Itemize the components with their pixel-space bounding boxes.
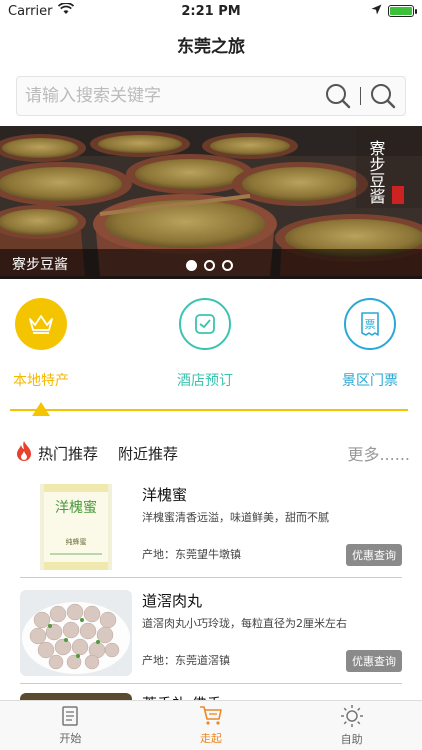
divider (20, 577, 402, 578)
search-icon[interactable] (361, 76, 405, 116)
list-item[interactable]: 洋槐蜜 纯蜂蜜 洋槐蜜 洋槐蜜清香远溢，味道鲜美，甜而不腻 产地：东莞望牛墩镇 … (20, 484, 402, 582)
tab-start[interactable]: 开始 (0, 701, 141, 750)
bottle-sub: 纯蜂蜜 (66, 537, 87, 546)
product-image (20, 590, 132, 676)
item-desc: 道滘肉丸小巧玲珑，每粒直径为2厘米左右 (142, 617, 347, 630)
tab-go[interactable]: 走起 (141, 701, 282, 750)
crown-icon (15, 298, 67, 350)
tab-self-service[interactable]: 自助 (281, 701, 422, 750)
carousel-dot[interactable] (186, 260, 197, 271)
discount-query-button[interactable]: 优惠查询 (346, 544, 402, 566)
item-origin: 产地：东莞望牛墩镇 (142, 548, 241, 561)
svg-text:票: 票 (365, 318, 376, 331)
carousel-dot[interactable] (204, 260, 215, 271)
bottle-label: 洋槐蜜 (55, 500, 97, 516)
search-input[interactable] (25, 86, 316, 106)
category-scenic-tickets[interactable]: 票 景区门票 (333, 298, 407, 390)
category-label: 酒店预订 (177, 373, 233, 389)
item-desc: 洋槐蜜清香远溢，味道鲜美，甜而不腻 (142, 511, 329, 524)
page-title: 东莞之旅 (177, 37, 245, 57)
list-item[interactable]: 道滘肉丸 道滘肉丸小巧玲珑，每粒直径为2厘米左右 产地：东莞道滘镇 优惠查询 (20, 590, 402, 688)
category-indicator (32, 402, 50, 416)
item-title: 道滘肉丸 (142, 592, 203, 610)
seal-stamp (392, 186, 404, 204)
checkbox-icon (179, 298, 231, 350)
location-arrow-icon (371, 4, 382, 19)
category-label: 本地特产 (13, 373, 69, 389)
wifi-icon (58, 2, 75, 19)
document-icon (59, 705, 81, 730)
battery-icon (388, 5, 417, 17)
banner-overlay-text: 寮步豆酱 (367, 140, 386, 204)
cart-icon (199, 705, 223, 730)
discount-query-button[interactable]: 优惠查询 (346, 650, 402, 672)
status-bar: Carrier 2:21 PM (0, 0, 422, 22)
item-origin: 产地：东莞道滘镇 (142, 654, 230, 667)
category-underline (10, 409, 408, 411)
category-local-specialty[interactable]: 本地特产 (4, 298, 78, 390)
product-image: 洋槐蜜 纯蜂蜜 (20, 484, 132, 570)
recommend-header: 热门推荐 附近推荐 更多...... (14, 441, 410, 465)
sun-icon (340, 704, 364, 731)
tab-label: 自助 (340, 733, 363, 746)
tab-hot-recommend[interactable]: 热门推荐 (38, 443, 98, 464)
ticket-icon: 票 (344, 298, 396, 350)
fire-icon (14, 440, 34, 466)
tab-label: 开始 (59, 732, 82, 745)
carousel-dot[interactable] (222, 260, 233, 271)
more-link[interactable]: 更多...... (347, 441, 410, 465)
tab-label: 走起 (200, 732, 222, 745)
tab-nearby-recommend[interactable]: 附近推荐 (118, 443, 178, 464)
carrier-label: Carrier (8, 3, 53, 19)
divider (20, 683, 402, 684)
item-title: 洋槐蜜 (142, 486, 188, 504)
search-bar (16, 76, 406, 116)
banner-carousel[interactable]: 寮步豆酱 寮步豆酱 (0, 126, 422, 279)
tab-bar: 开始 走起 自助 (0, 700, 422, 750)
category-label: 景区门票 (342, 373, 398, 389)
category-hotel-booking[interactable]: 酒店预订 (168, 298, 242, 390)
search-icon[interactable] (316, 76, 360, 116)
carousel-dots[interactable] (186, 260, 233, 271)
